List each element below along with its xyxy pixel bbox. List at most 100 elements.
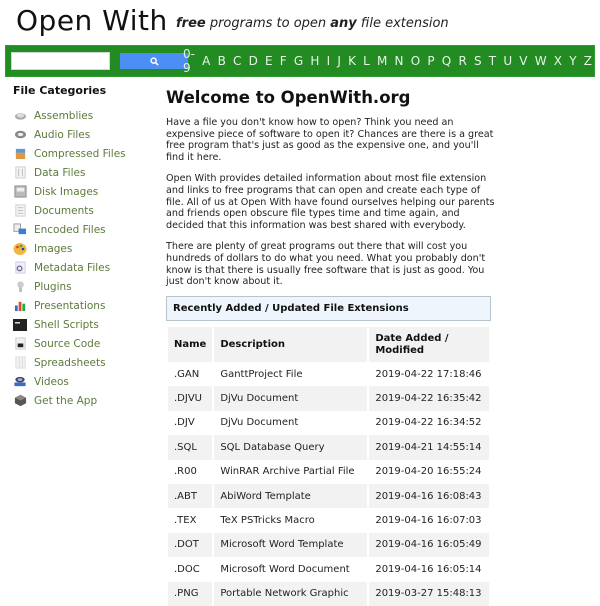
letter-link-n[interactable]: N [395,54,404,68]
table-header-row: Name Description Date Added / Modified [168,327,489,362]
sidebar-item-assemblies[interactable]: Assemblies [13,106,163,125]
letter-link-o[interactable]: O [411,54,420,68]
table-row[interactable]: .GAN GanttProject File 2019-04-22 17:18:46 [168,362,489,386]
sidebar-item-documents[interactable]: Documents [13,201,163,220]
recent-extensions-heading: Recently Added / Updated File Extensions [166,296,491,321]
sidebar-item-presentations[interactable]: Presentations [13,296,163,315]
letter-link-w[interactable]: W [535,54,547,68]
description-cell: DjVu Document [214,386,368,411]
source-code-icon [13,337,27,351]
letter-link-x[interactable]: X [554,54,562,68]
letter-link-f[interactable]: F [280,54,287,68]
sidebar-item-label: Source Code [34,337,101,350]
date-cell: 2019-04-16 16:08:43 [369,483,489,509]
disk-image-icon [13,185,27,199]
disc-icon [13,128,27,142]
letter-link-j[interactable]: J [337,54,341,68]
table-row[interactable]: .DOT Microsoft Word Template 2019-04-16 16… [168,532,489,558]
extension-cell[interactable]: .TEX [168,508,212,532]
letter-link-s[interactable]: S [474,54,482,68]
extension-cell[interactable]: .GAN [168,362,212,386]
sidebar-item-label: Metadata Files [34,261,111,274]
letter-link-a[interactable]: A [202,54,210,68]
table-row[interactable]: .DJV DjVu Document 2019-04-22 16:34:52 [168,411,489,435]
letter-link-q[interactable]: Q [442,54,451,68]
extension-cell[interactable]: .DOC [168,557,212,581]
extension-cell[interactable]: .DJVU [168,386,213,411]
main-content: Welcome to OpenWith.org Have a file you … [166,88,496,298]
site-header: Open With free programs to open any file… [0,0,600,44]
table-row[interactable]: .SQL SQL Database Query 2019-04-21 14:55:1… [168,435,489,460]
letter-link-i[interactable]: I [327,54,331,68]
table-row[interactable]: .PNG Portable Network Graphic 2019-03-27 1… [168,581,489,606]
letter-link-b[interactable]: B [218,54,226,68]
palette-icon [13,242,27,256]
letter-link-v[interactable]: V [519,54,527,68]
letter-link-d[interactable]: D [249,54,258,68]
description-cell: TeX PSTricks Macro [220,515,315,527]
sidebar-item-audio-files[interactable]: Audio Files [13,125,163,144]
letter-link-c[interactable]: C [233,54,241,68]
letter-link-p[interactable]: P [427,54,434,68]
date-cell: 2019-04-16 16:07:03 [375,515,482,527]
extension-cell[interactable]: .R00 [168,460,212,484]
description-cell: SQL Database Query [214,435,368,460]
sidebar-item-label: Disk Images [34,185,99,198]
table-row[interactable]: .ABT AbiWord Template 2019-04-16 16:08:43 [168,483,489,509]
table-row[interactable]: .R00 WinRAR Archive Partial File 2019-04-2… [168,460,489,484]
sidebar-item-label: Encoded Files [34,223,106,236]
sidebar-item-shell-scripts[interactable]: Shell Scripts [13,315,163,334]
sidebar-item-metadata-files[interactable]: Metadata Files [13,258,163,277]
recent-extensions-table: Name Description Date Added / Modified .… [166,327,491,606]
letter-link-y[interactable]: Y [569,54,576,68]
letter-link-u[interactable]: U [503,54,512,68]
table-row[interactable]: .TEX TeX PSTricks Macro 2019-04-16 16:07:0… [168,508,489,532]
letter-link-z[interactable]: Z [584,54,592,68]
letter-link-g[interactable]: G [294,54,303,68]
search-input[interactable] [11,52,110,70]
sidebar-item-source-code[interactable]: Source Code [13,334,163,353]
sidebar-item-spreadsheets[interactable]: Spreadsheets [13,353,163,372]
sidebar-item-compressed-files[interactable]: Compressed Files [13,144,163,163]
sidebar-item-label: Spreadsheets [34,356,106,369]
table-row[interactable]: .DOC Microsoft Word Document 2019-04-16 16… [168,557,489,581]
letter-link-h[interactable]: H [310,54,319,68]
letter-link-l[interactable]: L [363,54,370,68]
plugin-icon [13,280,27,294]
table-row[interactable]: .DJVU DjVu Document 2019-04-22 16:35:42 [168,386,489,411]
extension-cell[interactable]: .ABT [168,483,213,509]
sidebar-item-label: Shell Scripts [34,318,99,331]
column-header-date: Date Added / Modified [369,327,489,362]
description-cell: AbiWord Template [214,483,368,509]
letter-link-r[interactable]: R [458,54,466,68]
sidebar-item-videos[interactable]: Videos [13,372,163,391]
intro-paragraph-3: There are plenty of great programs out t… [166,241,486,288]
letter-link-t[interactable]: T [489,54,496,68]
extension-cell[interactable]: .DJV [168,411,212,435]
encoded-file-icon [13,223,27,237]
extension-cell[interactable]: .DOT [168,532,213,558]
document-icon [13,204,27,218]
description-cell: WinRAR Archive Partial File [220,466,355,478]
column-header-name: Name [168,327,213,362]
sidebar-item-get-the-app[interactable]: Get the App [13,391,163,410]
extension-cell[interactable]: .SQL [168,435,213,460]
extension-cell[interactable]: .PNG [168,581,213,606]
letter-link-e[interactable]: E [265,54,273,68]
date-cell: 2019-04-22 16:34:52 [375,417,482,429]
sidebar-item-label: Presentations [34,299,106,312]
sidebar-item-data-files[interactable]: Data Files [13,163,163,182]
letter-link-m[interactable]: M [377,54,387,68]
search-button[interactable] [120,53,188,69]
sidebar-item-plugins[interactable]: Plugins [13,277,163,296]
letter-link-0-9[interactable]: 0-9 [183,47,195,75]
video-icon [13,375,27,389]
site-logo[interactable]: Open With [16,4,168,37]
sidebar-item-encoded-files[interactable]: Encoded Files [13,220,163,239]
gear-icon [13,109,27,123]
sidebar-item-disk-images[interactable]: Disk Images [13,182,163,201]
letter-link-k[interactable]: K [348,54,356,68]
sidebar-item-images[interactable]: Images [13,239,163,258]
data-file-icon [13,166,27,180]
column-header-description: Description [214,327,368,362]
